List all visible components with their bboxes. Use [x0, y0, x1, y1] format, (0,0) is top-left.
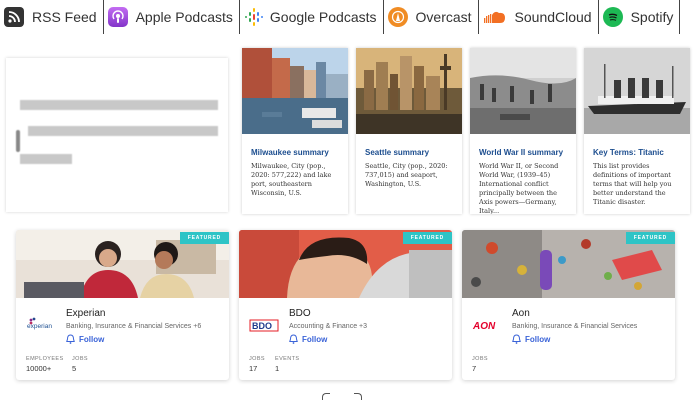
company-name[interactable]: Experian [66, 308, 105, 319]
podcast-label: SoundCloud [514, 9, 592, 25]
bdo-logo-text: BDO [252, 321, 272, 331]
stat-employees: EMPLOYEES 10000+ [26, 356, 64, 373]
featured-badge: FEATURED [625, 232, 675, 244]
spotify-icon [602, 7, 623, 27]
summary-description: World War II, or Second World War, (1939… [479, 162, 559, 214]
carousel-next-arrow[interactable] [354, 393, 362, 400]
titanic-image [584, 48, 690, 134]
summary-card-milwaukee[interactable]: Milwaukee summary Milwaukee, City (pop.,… [242, 48, 348, 214]
stat-value: 5 [72, 364, 77, 373]
podcast-label: Apple Podcasts [135, 9, 233, 25]
company-card-aon[interactable]: FEATURED AON Aon Banking, Insurance & Fi… [462, 230, 675, 380]
summary-title[interactable]: Milwaukee summary [251, 148, 329, 157]
featured-badge: FEATURED [179, 232, 229, 244]
stat-label: JOBS [472, 356, 488, 362]
aon-logo: AON [472, 310, 502, 340]
company-name[interactable]: BDO [289, 308, 311, 319]
overcast-icon [387, 7, 408, 27]
company-name[interactable]: Aon [512, 308, 530, 319]
stat-label: EMPLOYEES [26, 356, 64, 362]
company-industry: Banking, Insurance & Financial Services … [66, 323, 202, 330]
stat-value: 1 [275, 364, 280, 373]
summary-title[interactable]: World War II summary [479, 148, 563, 157]
summary-title[interactable]: Seattle summary [365, 148, 429, 157]
stat-label: EVENTS [275, 356, 300, 362]
summary-title[interactable]: Key Terms: Titanic [593, 148, 664, 157]
summary-card-titanic[interactable]: Key Terms: Titanic This list provides de… [584, 48, 690, 214]
podcast-link-spotify[interactable]: Spotify [599, 0, 681, 34]
bell-icon [66, 334, 75, 344]
google-podcasts-icon [244, 7, 264, 27]
world-war-ii-image [470, 48, 576, 134]
stat-value: 17 [249, 364, 258, 373]
summary-card-seattle[interactable]: Seattle summary Seattle, City (pop., 202… [356, 48, 462, 214]
summary-description: Seattle, City (pop., 2020: 737,015) and … [365, 162, 448, 188]
apple-podcasts-icon [107, 7, 128, 27]
follow-button[interactable]: Follow [512, 334, 550, 344]
company-industry: Accounting & Finance +3 [289, 323, 368, 330]
podcast-link-rss[interactable]: RSS Feed [0, 0, 104, 34]
podcast-link-soundcloud[interactable]: SoundCloud [479, 0, 599, 34]
stat-events: EVENTS 1 [275, 356, 299, 373]
rss-icon [4, 7, 24, 27]
stat-label: JOBS [249, 356, 265, 362]
podcast-label: Google Podcasts [269, 9, 377, 25]
podcast-label: RSS Feed [32, 9, 97, 25]
stat-jobs: JOBS 17 [249, 356, 265, 373]
summary-description: This list provides definitions of import… [593, 162, 672, 206]
bell-icon [289, 334, 298, 344]
company-industry: Banking, Insurance & Financial Services [512, 323, 638, 330]
stat-label: JOBS [72, 356, 88, 362]
summary-card-world-war-ii[interactable]: World War II summary World War II, or Se… [470, 48, 576, 214]
quote-text-image [14, 98, 220, 189]
stat-jobs: JOBS 5 [72, 356, 88, 373]
bdo-logo: BDO [249, 310, 279, 340]
seattle-image [356, 48, 462, 134]
quote-card [6, 58, 228, 212]
featured-badge: FEATURED [402, 232, 452, 244]
follow-button[interactable]: Follow [66, 334, 104, 344]
bell-icon [512, 334, 521, 344]
podcast-label: Overcast [415, 9, 472, 25]
summary-description: Milwaukee, City (pop., 2020: 577,222) an… [251, 162, 332, 197]
carousel-controls [322, 393, 362, 400]
stat-jobs: JOBS 7 [472, 356, 488, 373]
company-card-bdo[interactable]: FEATURED BDO BDO Accounting & Finance +3… [239, 230, 452, 380]
milwaukee-image [242, 48, 348, 134]
follow-label: Follow [525, 334, 551, 344]
stat-value: 10000+ [26, 364, 52, 373]
podcast-label: Spotify [630, 9, 674, 25]
experian-logo: experian [26, 310, 56, 340]
podcast-link-apple[interactable]: Apple Podcasts [104, 0, 240, 34]
podcast-link-overcast[interactable]: Overcast [384, 0, 479, 34]
aon-logo-text: AON [472, 321, 496, 332]
podcast-link-google[interactable]: Google Podcasts [240, 0, 384, 34]
stat-value: 7 [472, 364, 477, 373]
company-card-experian[interactable]: FEATURED experian Experian Banking, Insu… [16, 230, 229, 380]
soundcloud-icon [483, 7, 507, 27]
carousel-prev-arrow[interactable] [322, 393, 330, 400]
follow-label: Follow [79, 334, 105, 344]
follow-label: Follow [302, 334, 328, 344]
podcast-bar: RSS Feed Apple Podcasts Google Podcasts [0, 0, 700, 34]
follow-button[interactable]: Follow [289, 334, 327, 344]
